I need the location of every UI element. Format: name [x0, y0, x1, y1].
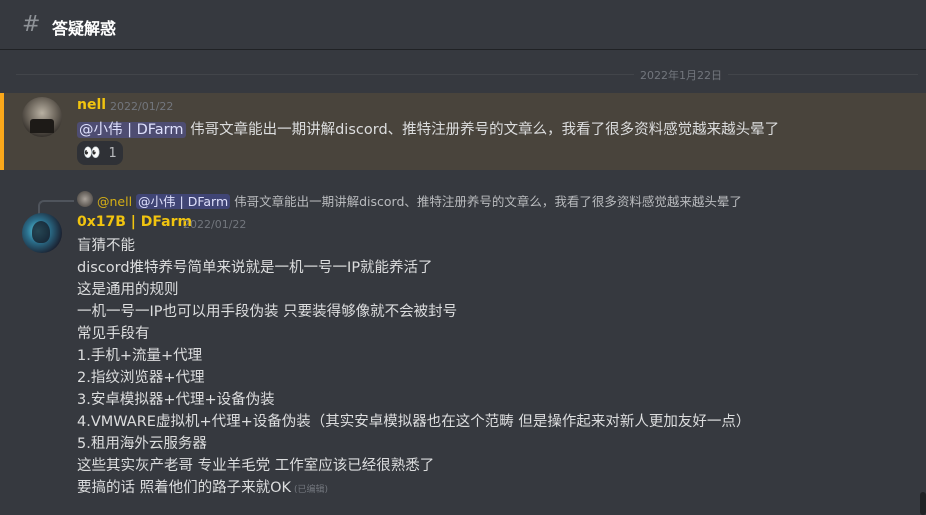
reply-connector — [38, 200, 74, 214]
message-line: 这是通用的规则 — [77, 282, 179, 298]
message-content: 盲猜不能 discord推特养号简单来说就是一机一号一IP就能养活了 这是通用的… — [77, 235, 750, 499]
message-line: 1.手机+流量+代理 — [77, 348, 203, 364]
reply-mention[interactable]: @小伟 | DFarm — [136, 194, 231, 209]
message-line: 常见手段有 — [77, 326, 150, 342]
eyes-emoji-icon: 👀 — [83, 145, 100, 161]
reply-text: 伟哥文章能出一期讲解discord、推特注册养号的文章么，我看了很多资料感觉越来… — [230, 194, 742, 209]
user-mention[interactable]: @小伟 | DFarm — [77, 122, 186, 138]
reply-preview[interactable]: @nell @小伟 | DFarm 伟哥文章能出一期讲解discord、推特注册… — [97, 191, 742, 210]
reaction-count: 1 — [108, 145, 117, 161]
reply-username[interactable]: @nell — [97, 194, 132, 209]
reaction-button[interactable]: 👀 1 — [77, 141, 123, 165]
message-line: discord推特养号简单来说就是一机一号一IP就能养活了 — [77, 260, 433, 276]
channel-title: 答疑解惑 — [52, 19, 117, 38]
message-content: @小伟 | DFarm 伟哥文章能出一期讲解discord、推特注册养号的文章么… — [77, 118, 779, 139]
avatar[interactable] — [22, 97, 62, 137]
message-line: 一机一号一IP也可以用手段伪装 只要装得够像就不会被封号 — [77, 304, 458, 320]
message-line: 要搞的话 照着他们的路子来就OK — [77, 480, 292, 496]
message-line-last: 要搞的话 照着他们的路子来就OK (已编辑) — [77, 477, 750, 499]
scrollbar-thumb[interactable] — [920, 492, 926, 515]
message-line: 这些其实灰产老哥 专业羊毛党 工作室应该已经很熟悉了 — [77, 458, 435, 474]
message-line: 2.指纹浏览器+代理 — [77, 370, 205, 386]
message-username[interactable]: 0x17B | DFarm — [77, 214, 192, 230]
message-timestamp: 2022/01/22 — [110, 100, 174, 113]
reply-avatar[interactable] — [77, 191, 93, 207]
date-divider-label: 2022年1月22日 — [634, 67, 728, 83]
message-line: 5.租用海外云服务器 — [77, 436, 207, 452]
message-timestamp: 2022/01/22 — [183, 218, 247, 231]
date-divider — [16, 74, 918, 75]
channel-header: # 答疑解惑 — [0, 0, 926, 50]
avatar[interactable] — [22, 213, 62, 253]
message-line: 4.VMWARE虚拟机+代理+设备伪装（其实安卓模拟器也在这个范畴 但是操作起来… — [77, 414, 751, 430]
edited-label: (已编辑) — [294, 485, 329, 495]
message-highlighted[interactable]: nell 2022/01/22 @小伟 | DFarm 伟哥文章能出一期讲解di… — [0, 93, 926, 170]
message-line: 盲猜不能 — [77, 238, 135, 254]
message-line: 3.安卓模拟器+代理+设备伪装 — [77, 392, 275, 408]
message-username[interactable]: nell — [77, 97, 106, 113]
message-text: 伟哥文章能出一期讲解discord、推特注册养号的文章么，我看了很多资料感觉越来… — [185, 122, 780, 138]
hash-icon: # — [22, 12, 41, 37]
